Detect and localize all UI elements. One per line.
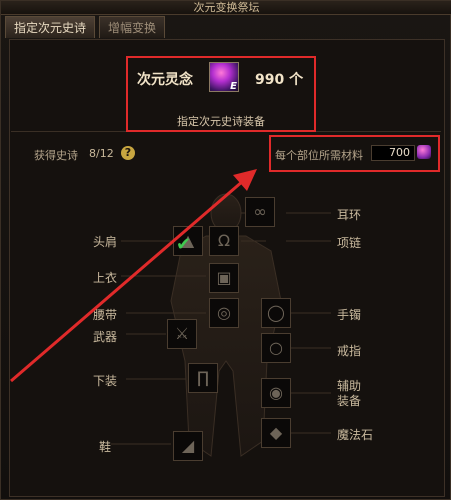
weapon-icon: ⚔ bbox=[174, 324, 190, 343]
material-amount-field[interactable]: 700 bbox=[371, 145, 415, 161]
label-weapon: 武器 bbox=[93, 330, 118, 344]
label-shoulder: 头肩 bbox=[93, 235, 118, 249]
slot-ring[interactable]: ○ bbox=[261, 333, 291, 363]
magic-stone-icon: ◆ bbox=[269, 423, 283, 442]
dimension-soul-icon: E bbox=[209, 62, 239, 92]
pants-icon: ∏ bbox=[196, 368, 210, 387]
label-ring: 戒指 bbox=[337, 344, 362, 358]
window-title: 次元变换祭坛 bbox=[1, 1, 451, 15]
label-bracelet: 手镯 bbox=[337, 308, 362, 322]
label-top: 上衣 bbox=[93, 271, 118, 285]
slot-top[interactable]: ▣ bbox=[209, 263, 239, 293]
currency-badge: E bbox=[230, 81, 237, 92]
obtained-epic-value: 8/12 bbox=[89, 147, 114, 160]
slot-weapon[interactable]: ⚔ bbox=[167, 319, 197, 349]
label-support-equipment: 辅助 装备 bbox=[337, 379, 362, 408]
dimension-altar-window: 次元变换祭坛 指定次元史诗 增幅变换 次元灵念 E 990 个 指定次元史诗装备… bbox=[0, 0, 451, 500]
tab-bar: 指定次元史诗 增幅变换 bbox=[5, 16, 166, 38]
ring-icon: ○ bbox=[269, 338, 283, 357]
label-magic-stone: 魔法石 bbox=[337, 428, 374, 442]
label-shoes: 鞋 bbox=[99, 440, 112, 454]
shoes-icon: ◢ bbox=[181, 436, 195, 455]
bracelet-icon: ◯ bbox=[267, 303, 285, 322]
belt-icon: ◎ bbox=[217, 303, 231, 322]
slot-belt[interactable]: ◎ bbox=[209, 298, 239, 328]
necklace-icon: Ω bbox=[217, 231, 231, 250]
checkmark-icon: ✔ bbox=[176, 234, 192, 255]
currency-count: 990 个 bbox=[255, 72, 304, 88]
tab-amplify-transform[interactable]: 增幅变换 bbox=[99, 16, 166, 38]
slot-shoes[interactable]: ◢ bbox=[173, 431, 203, 461]
label-pants: 下装 bbox=[93, 374, 118, 388]
obtained-epic-label: 获得史诗 bbox=[34, 149, 78, 162]
currency-subtitle: 指定次元史诗装备 bbox=[177, 115, 265, 128]
tab-designated-epic[interactable]: 指定次元史诗 bbox=[5, 16, 96, 38]
label-earring: 耳环 bbox=[337, 208, 362, 222]
material-label: 每个部位所需材料 bbox=[275, 149, 363, 162]
earring-icon: ∞ bbox=[253, 202, 267, 221]
slot-pants[interactable]: ∏ bbox=[188, 363, 218, 393]
slot-support-equipment[interactable]: ◉ bbox=[261, 378, 291, 408]
slot-earring[interactable]: ∞ bbox=[245, 197, 275, 227]
top-icon: ▣ bbox=[216, 268, 232, 287]
help-icon[interactable]: ? bbox=[121, 146, 135, 160]
slot-magic-stone[interactable]: ◆ bbox=[261, 418, 291, 448]
slot-bracelet[interactable]: ◯ bbox=[261, 298, 291, 328]
support-equipment-icon: ◉ bbox=[269, 383, 283, 402]
slot-necklace[interactable]: Ω bbox=[209, 226, 239, 256]
currency-label: 次元灵念 bbox=[137, 72, 193, 88]
label-belt: 腰带 bbox=[93, 308, 118, 322]
dimension-soul-small-icon bbox=[417, 145, 431, 159]
label-necklace: 项链 bbox=[337, 236, 362, 250]
